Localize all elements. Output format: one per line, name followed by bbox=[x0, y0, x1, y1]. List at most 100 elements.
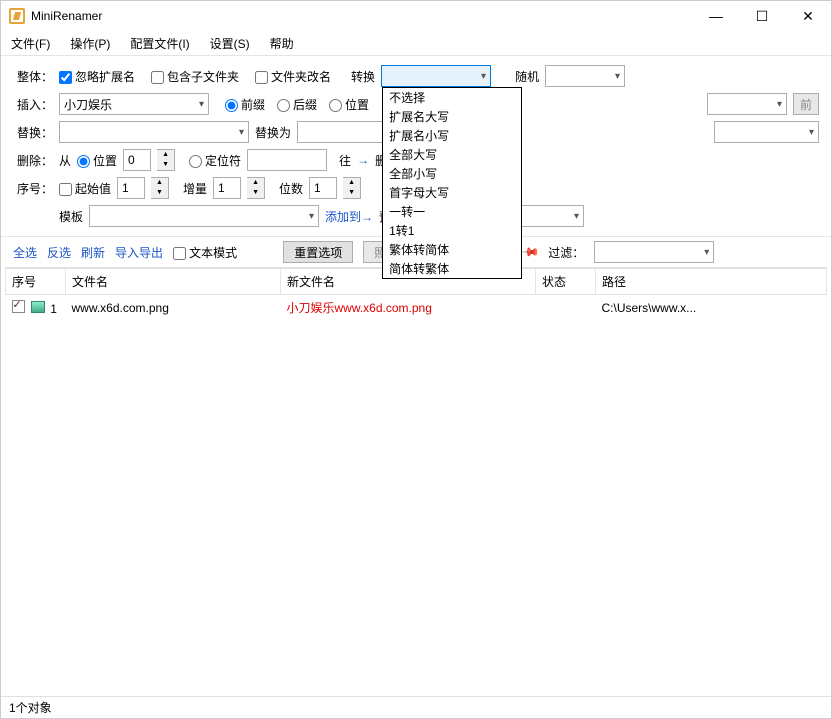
radio-prefix-input[interactable] bbox=[225, 99, 238, 112]
arrow-right-icon: → bbox=[357, 153, 369, 167]
table-row[interactable]: 1 www.x6d.com.png 小刀娱乐www.x6d.com.png C:… bbox=[6, 295, 827, 321]
link-import-export[interactable]: 导入导出 bbox=[115, 244, 163, 261]
col-path[interactable]: 路径 bbox=[596, 269, 827, 295]
combo-convert[interactable]: ▾ 不选择 扩展名大写 扩展名小写 全部大写 全部小写 首字母大写 一转一 1转… bbox=[381, 65, 491, 87]
minimize-button[interactable]: — bbox=[693, 1, 739, 31]
checkbox-include-sub-input[interactable] bbox=[151, 71, 164, 84]
input-replace-to[interactable] bbox=[297, 121, 387, 143]
checkbox-start-input[interactable] bbox=[59, 183, 72, 196]
link-select-all[interactable]: 全选 bbox=[13, 244, 37, 261]
dropdown-opt-1[interactable]: 扩展名大写 bbox=[383, 107, 521, 126]
dropdown-convert-list: 不选择 扩展名大写 扩展名小写 全部大写 全部小写 首字母大写 一转一 1转1 … bbox=[382, 87, 522, 279]
check-text-mode[interactable]: 文本模式 bbox=[173, 244, 237, 261]
label-seq-step: 增量 bbox=[183, 180, 207, 197]
window-title: MiniRenamer bbox=[31, 9, 693, 23]
chevron-down-icon: ▾ bbox=[309, 211, 314, 222]
window-controls: — ☐ ✕ bbox=[693, 1, 831, 31]
btn-before[interactable]: 前 bbox=[793, 93, 819, 115]
radio-del-anchor-input[interactable] bbox=[189, 155, 202, 168]
radio-del-anchor[interactable]: 定位符 bbox=[189, 152, 241, 169]
spin-seq-digits[interactable]: ▲▼ bbox=[343, 177, 361, 199]
menu-help[interactable]: 帮助 bbox=[264, 33, 300, 54]
link-invert[interactable]: 反选 bbox=[47, 244, 71, 261]
combo-template[interactable]: ▾ bbox=[89, 205, 319, 227]
combo-insert-extra[interactable]: ▾ bbox=[707, 93, 787, 115]
close-button[interactable]: ✕ bbox=[785, 1, 831, 31]
combo-replace-from[interactable]: ▾ bbox=[59, 121, 249, 143]
label-insert: 插入： bbox=[13, 96, 53, 113]
menu-config[interactable]: 配置文件(I) bbox=[124, 33, 195, 54]
file-table-wrap: 序号 文件名 新文件名 状态 路径 1 www.x6d.com.png 小刀娱乐… bbox=[5, 267, 827, 692]
label-delete: 删除： bbox=[13, 152, 53, 169]
check-ignore-ext[interactable]: 忽略扩展名 bbox=[59, 68, 135, 85]
pin-icon[interactable]: 📌 bbox=[521, 242, 541, 262]
radio-del-position[interactable]: 位置 bbox=[77, 152, 117, 169]
cell-status bbox=[536, 295, 596, 321]
radio-prefix[interactable]: 前缀 bbox=[225, 96, 265, 113]
checkbox-rename-folders-input[interactable] bbox=[255, 71, 268, 84]
input-seq-step[interactable]: 1 bbox=[213, 177, 241, 199]
maximize-button[interactable]: ☐ bbox=[739, 1, 785, 31]
status-text: 1个对象 bbox=[9, 699, 52, 716]
check-include-sub[interactable]: 包含子文件夹 bbox=[151, 68, 239, 85]
dropdown-opt-5[interactable]: 首字母大写 bbox=[383, 183, 521, 202]
input-del-from[interactable]: 0 bbox=[123, 149, 151, 171]
chevron-down-icon: ▾ bbox=[777, 99, 782, 110]
dropdown-opt-8[interactable]: 繁体转简体 bbox=[383, 240, 521, 259]
menu-bar: 文件(F) 操作(P) 配置文件(I) 设置(S) 帮助 bbox=[1, 31, 831, 55]
btn-reset-options[interactable]: 重置选项 bbox=[283, 241, 353, 263]
title-bar: MiniRenamer — ☐ ✕ bbox=[1, 1, 831, 31]
status-bar: 1个对象 bbox=[1, 696, 831, 718]
radio-position-input[interactable] bbox=[329, 99, 342, 112]
chevron-down-icon: ▾ bbox=[574, 211, 579, 222]
link-add-to[interactable]: 添加到→ bbox=[325, 208, 373, 225]
check-start-value[interactable]: 起始值 bbox=[59, 180, 111, 197]
col-filename[interactable]: 文件名 bbox=[66, 269, 281, 295]
row-check-icon[interactable] bbox=[12, 300, 25, 313]
label-seq-digits: 位数 bbox=[279, 180, 303, 197]
dropdown-opt-6[interactable]: 一转一 bbox=[383, 202, 521, 221]
row-overall: 整体： 忽略扩展名 包含子文件夹 文件夹改名 转换 ▾ 不选择 扩展名大写 扩展… bbox=[13, 62, 819, 90]
link-refresh[interactable]: 刷新 bbox=[81, 244, 105, 261]
dropdown-opt-9[interactable]: 简体转繁体 bbox=[383, 259, 521, 278]
input-seq-start[interactable]: 1 bbox=[117, 177, 145, 199]
label-replace: 替换： bbox=[13, 124, 53, 141]
dropdown-opt-0[interactable]: 不选择 bbox=[383, 88, 521, 107]
input-seq-digits[interactable]: 1 bbox=[309, 177, 337, 199]
combo-filter[interactable]: ▾ bbox=[594, 241, 714, 263]
table-empty-area[interactable] bbox=[5, 320, 827, 692]
combo-random[interactable]: ▾ bbox=[545, 65, 625, 87]
combo-replace-extra[interactable]: ▾ bbox=[714, 121, 819, 143]
label-overall: 整体： bbox=[13, 68, 53, 85]
col-status[interactable]: 状态 bbox=[536, 269, 596, 295]
image-file-icon bbox=[31, 301, 45, 313]
col-seq[interactable]: 序号 bbox=[6, 269, 66, 295]
menu-settings[interactable]: 设置(S) bbox=[204, 33, 256, 54]
insert-value: 小刀娱乐 bbox=[64, 96, 112, 113]
menu-operate[interactable]: 操作(P) bbox=[64, 33, 116, 54]
spin-seq-step[interactable]: ▲▼ bbox=[247, 177, 265, 199]
radio-suffix[interactable]: 后缀 bbox=[277, 96, 317, 113]
menu-file[interactable]: 文件(F) bbox=[5, 33, 56, 54]
input-del-anchor[interactable] bbox=[247, 149, 327, 171]
chevron-down-icon: ▾ bbox=[199, 99, 204, 110]
options-panel: 整体： 忽略扩展名 包含子文件夹 文件夹改名 转换 ▾ 不选择 扩展名大写 扩展… bbox=[1, 56, 831, 236]
spin-del-from[interactable]: ▲▼ bbox=[157, 149, 175, 171]
radio-suffix-input[interactable] bbox=[277, 99, 290, 112]
combo-insert-text[interactable]: 小刀娱乐 ▾ bbox=[59, 93, 209, 115]
dropdown-opt-4[interactable]: 全部小写 bbox=[383, 164, 521, 183]
app-icon bbox=[9, 8, 25, 24]
checkbox-ignore-ext-input[interactable] bbox=[59, 71, 72, 84]
radio-position[interactable]: 位置 bbox=[329, 96, 369, 113]
chevron-down-icon: ▾ bbox=[615, 71, 620, 82]
label-replace-to: 替换为 bbox=[255, 124, 291, 141]
spin-seq-start[interactable]: ▲▼ bbox=[151, 177, 169, 199]
label-from: 从 bbox=[59, 152, 71, 169]
label-random: 随机 bbox=[515, 68, 539, 85]
radio-del-pos-input[interactable] bbox=[77, 155, 90, 168]
dropdown-opt-2[interactable]: 扩展名小写 bbox=[383, 126, 521, 145]
dropdown-opt-7[interactable]: 1转1 bbox=[383, 221, 521, 240]
dropdown-opt-3[interactable]: 全部大写 bbox=[383, 145, 521, 164]
check-rename-folders[interactable]: 文件夹改名 bbox=[255, 68, 331, 85]
checkbox-text-mode-input[interactable] bbox=[173, 247, 186, 260]
